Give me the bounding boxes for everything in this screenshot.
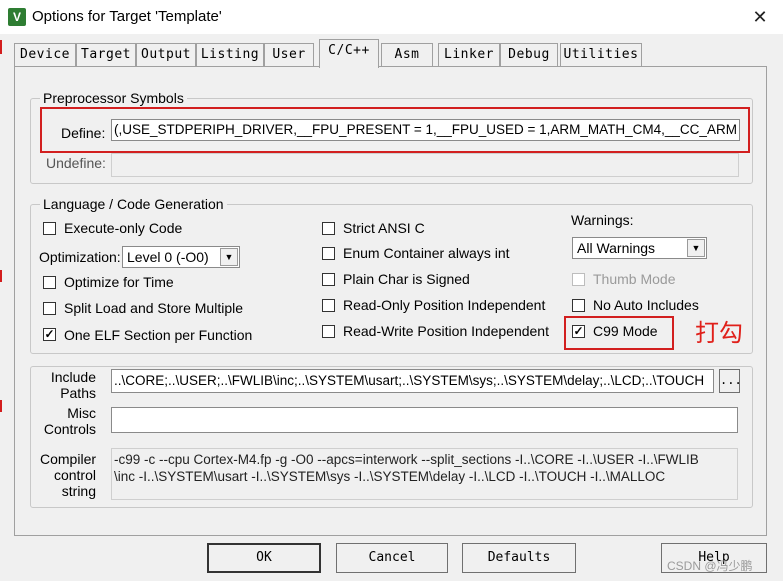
- strict-ansi-label: Strict ANSI C: [343, 220, 425, 236]
- thumb-mode-checkbox[interactable]: [572, 273, 585, 286]
- tab-c-cpp[interactable]: C/C++: [319, 39, 379, 68]
- c99-highlight-box: [564, 316, 674, 350]
- ro-position-independent-label: Read-Only Position Independent: [343, 297, 546, 313]
- misc-controls-label: Misc Controls: [40, 405, 96, 437]
- language-group-label: Language / Code Generation: [40, 196, 227, 212]
- plain-char-signed-checkbox[interactable]: [322, 273, 335, 286]
- no-auto-includes-checkbox[interactable]: [572, 299, 585, 312]
- warnings-select[interactable]: All Warnings ▼: [572, 237, 707, 259]
- tab-device[interactable]: Device: [14, 43, 76, 67]
- one-elf-section-checkbox[interactable]: ✓: [43, 328, 56, 341]
- misc-controls-input[interactable]: [111, 407, 738, 433]
- tab-target[interactable]: Target: [76, 43, 136, 67]
- tab-listing[interactable]: Listing: [196, 43, 264, 67]
- strict-ansi-checkbox[interactable]: [322, 222, 335, 235]
- annotation-text: 打勾: [695, 319, 743, 347]
- watermark: CSDN @冯少鹏: [667, 559, 753, 573]
- chevron-down-icon[interactable]: ▼: [687, 239, 705, 257]
- warnings-label: Warnings:: [571, 212, 634, 228]
- rw-position-independent-label: Read-Write Position Independent: [343, 323, 549, 339]
- misc-controls-label-line2: Controls: [43, 421, 96, 437]
- optimize-for-time-checkbox[interactable]: [43, 276, 56, 289]
- tab-utilities[interactable]: Utilities: [560, 43, 642, 67]
- compiler-label-line2: control: [53, 467, 96, 483]
- execute-only-checkbox[interactable]: [43, 222, 56, 235]
- tab-asm[interactable]: Asm: [381, 43, 433, 67]
- tab-debug[interactable]: Debug: [500, 43, 558, 67]
- split-load-store-label: Split Load and Store Multiple: [64, 300, 243, 316]
- include-paths-input[interactable]: ..\CORE;..\USER;..\FWLIB\inc;..\SYSTEM\u…: [111, 369, 714, 393]
- tab-linker[interactable]: Linker: [438, 43, 500, 67]
- ok-button[interactable]: OK: [207, 543, 321, 573]
- compiler-control-string-label: Compiler control string: [40, 451, 96, 499]
- cancel-button[interactable]: Cancel: [336, 543, 448, 573]
- one-elf-section-label: One ELF Section per Function: [64, 327, 253, 343]
- edge-mark: [0, 400, 2, 412]
- preprocessor-group-label: Preprocessor Symbols: [40, 90, 187, 106]
- plain-char-signed-label: Plain Char is Signed: [343, 271, 470, 287]
- rw-position-independent-checkbox[interactable]: [322, 325, 335, 338]
- misc-controls-label-line1: Misc: [67, 405, 96, 421]
- close-icon[interactable]: ✕: [745, 3, 775, 31]
- undefine-input[interactable]: [111, 153, 739, 177]
- optimization-value: Level 0 (-O0): [127, 249, 209, 265]
- optimize-for-time-label: Optimize for Time: [64, 274, 174, 290]
- compiler-label-line3: string: [61, 483, 96, 499]
- edge-mark: [0, 270, 2, 282]
- undefine-label: Undefine:: [46, 155, 106, 171]
- split-load-store-checkbox[interactable]: [43, 302, 56, 315]
- compiler-control-string: -c99 -c --cpu Cortex-M4.fp -g -O0 --apcs…: [111, 448, 738, 500]
- enum-container-label: Enum Container always int: [343, 245, 510, 261]
- no-auto-includes-label: No Auto Includes: [593, 297, 699, 313]
- compiler-string-line1: -c99 -c --cpu Cortex-M4.fp -g -O0 --apcs…: [114, 452, 699, 467]
- compiler-string-line2: \inc -I..\SYSTEM\usart -I..\SYSTEM\sys -…: [114, 469, 666, 484]
- enum-container-checkbox[interactable]: [322, 247, 335, 260]
- define-highlight-box: [40, 107, 750, 153]
- ro-position-independent-checkbox[interactable]: [322, 299, 335, 312]
- edge-mark: [0, 40, 2, 54]
- window-title: Options for Target 'Template': [32, 8, 222, 25]
- include-paths-browse-button[interactable]: ...: [719, 369, 742, 393]
- keil-uvision-icon: V: [8, 8, 26, 26]
- include-paths-label-line1: Include: [50, 369, 96, 385]
- optimization-select[interactable]: Level 0 (-O0) ▼: [122, 246, 240, 268]
- include-paths-label: Include Paths: [40, 369, 96, 401]
- include-paths-label-line2: Paths: [60, 385, 96, 401]
- tab-output[interactable]: Output: [136, 43, 196, 67]
- thumb-mode-label: Thumb Mode: [593, 271, 676, 287]
- defaults-button[interactable]: Defaults: [462, 543, 576, 573]
- compiler-label-line1: Compiler: [40, 451, 97, 467]
- optimization-label: Optimization:: [39, 249, 121, 265]
- execute-only-label: Execute-only Code: [64, 220, 183, 236]
- tab-user[interactable]: User: [264, 43, 314, 67]
- chevron-down-icon[interactable]: ▼: [220, 248, 238, 266]
- warnings-value: All Warnings: [577, 240, 656, 256]
